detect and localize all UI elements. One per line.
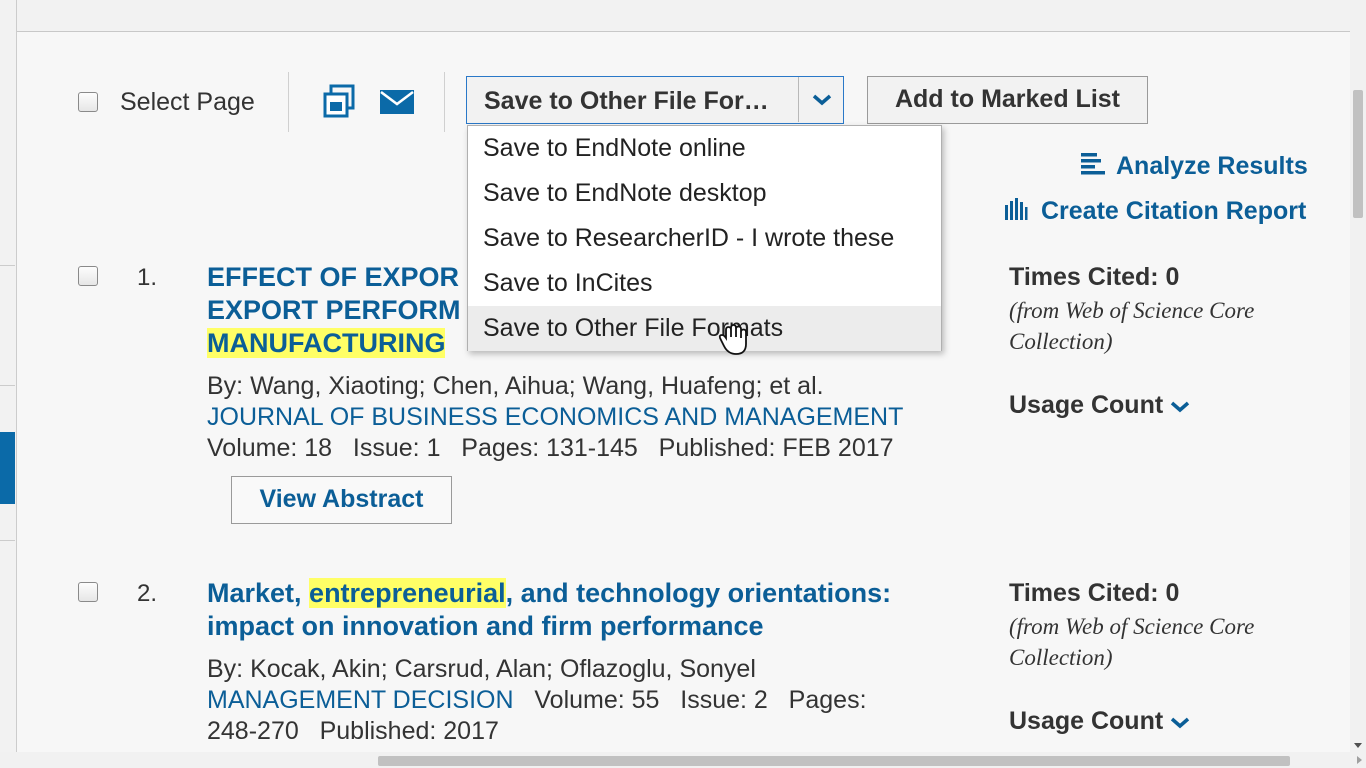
chevron-down-icon[interactable]: [811, 93, 833, 112]
record-authors: By: Kocak, Akin; Carsrud, Alan; Oflazogl…: [207, 655, 756, 683]
dropdown-option-endnote-online[interactable]: Save to EndNote online: [468, 126, 941, 171]
record-title-line[interactable]: MANUFACTURING: [207, 327, 446, 360]
select-page-label[interactable]: Select Page: [120, 88, 255, 117]
create-citation-report-link[interactable]: Create Citation Report: [1004, 197, 1306, 228]
hand-cursor-icon: [718, 324, 754, 361]
analyze-results-icon: [1080, 152, 1106, 183]
times-cited-source: (from Web of Science Core Collection): [1009, 614, 1255, 670]
vertical-scroll-thumb[interactable]: [1353, 90, 1363, 218]
usage-count-toggle[interactable]: Usage Count: [1009, 707, 1191, 737]
record-details: Volume: 18 Issue: 1 Pages: 131-145 Publi…: [207, 434, 894, 462]
horizontal-scroll-thumb[interactable]: [378, 756, 1290, 766]
view-abstract-button[interactable]: View Abstract: [231, 476, 452, 524]
analyze-results-label: Analyze Results: [1116, 152, 1308, 181]
dropdown-option-incites[interactable]: Save to InCites: [468, 261, 941, 306]
chevron-down-icon: [1169, 708, 1191, 737]
select-divider: [798, 77, 799, 122]
record-title-line[interactable]: EFFECT OF EXPOR: [207, 261, 459, 294]
select-page-checkbox[interactable]: [78, 92, 98, 112]
left-panel-divider: [0, 540, 15, 541]
dropdown-option-researcherid[interactable]: Save to ResearcherID - I wrote these: [468, 216, 941, 261]
save-format-select[interactable]: Save to Other File For…: [466, 76, 844, 124]
top-bar: [17, 0, 1350, 32]
usage-count-toggle[interactable]: Usage Count: [1009, 391, 1191, 421]
record-journal-link[interactable]: MANAGEMENT DECISION: [207, 686, 514, 714]
left-panel-divider: [0, 385, 15, 386]
bar-chart-icon: [1004, 197, 1028, 228]
search-term-highlight: MANUFACTURING: [207, 328, 446, 358]
chevron-down-icon: [1169, 392, 1191, 421]
email-icon[interactable]: [379, 89, 415, 120]
record-details: Volume: 55 Issue: 2 Pages:: [513, 686, 867, 714]
record-title-line[interactable]: impact on innovation and firm performanc…: [207, 610, 764, 643]
record-source-line: MANAGEMENT DECISION Volume: 55 Issue: 2 …: [207, 686, 867, 715]
record-authors: By: Wang, Xiaoting; Chen, Aihua; Wang, H…: [207, 372, 824, 400]
left-panel-edge: [0, 0, 17, 768]
scroll-right-arrow-icon[interactable]: [1357, 756, 1362, 764]
toolbar-divider: [444, 72, 445, 132]
record-checkbox[interactable]: [78, 266, 98, 286]
toolbar-divider: [288, 72, 289, 132]
record-number: 1.: [137, 264, 158, 291]
left-panel-tab[interactable]: [0, 432, 15, 504]
vertical-scrollbar[interactable]: [1350, 0, 1366, 752]
dropdown-option-endnote-desktop[interactable]: Save to EndNote desktop: [468, 171, 941, 216]
usage-count-label: Usage Count: [1009, 707, 1164, 735]
times-cited: Times Cited: 0: [1009, 579, 1180, 607]
record-details: 248-270 Published: 2017: [207, 717, 499, 745]
record-title-line[interactable]: EXPORT PERFORM: [207, 294, 461, 327]
scroll-down-arrow-icon[interactable]: [1354, 743, 1362, 748]
horizontal-scrollbar[interactable]: [0, 752, 1366, 768]
search-term-highlight: entrepreneurial: [309, 578, 506, 608]
record-number: 2.: [137, 580, 158, 607]
print-icon[interactable]: [322, 84, 358, 125]
dropdown-option-other-formats[interactable]: Save to Other File Formats: [468, 306, 941, 351]
save-format-select-value: Save to Other File For…: [484, 87, 769, 115]
create-citation-report-label: Create Citation Report: [1041, 197, 1307, 226]
times-cited: Times Cited: 0: [1009, 263, 1180, 291]
usage-count-label: Usage Count: [1009, 391, 1164, 419]
add-to-marked-list-button[interactable]: Add to Marked List: [867, 76, 1148, 124]
analyze-results-link[interactable]: Analyze Results: [1080, 152, 1308, 183]
left-panel-divider: [0, 265, 15, 266]
record-journal-link[interactable]: JOURNAL OF BUSINESS ECONOMICS AND MANAGE…: [207, 403, 903, 432]
save-format-dropdown: Save to EndNote online Save to EndNote d…: [467, 125, 942, 351]
record-title-part: Market,: [207, 578, 310, 608]
times-cited-source: (from Web of Science Core Collection): [1009, 298, 1255, 354]
record-title-line[interactable]: Market, entrepreneurial, and technology …: [207, 577, 891, 610]
record-checkbox[interactable]: [78, 582, 98, 602]
record-title-part: , and technology orientations:: [505, 578, 892, 608]
